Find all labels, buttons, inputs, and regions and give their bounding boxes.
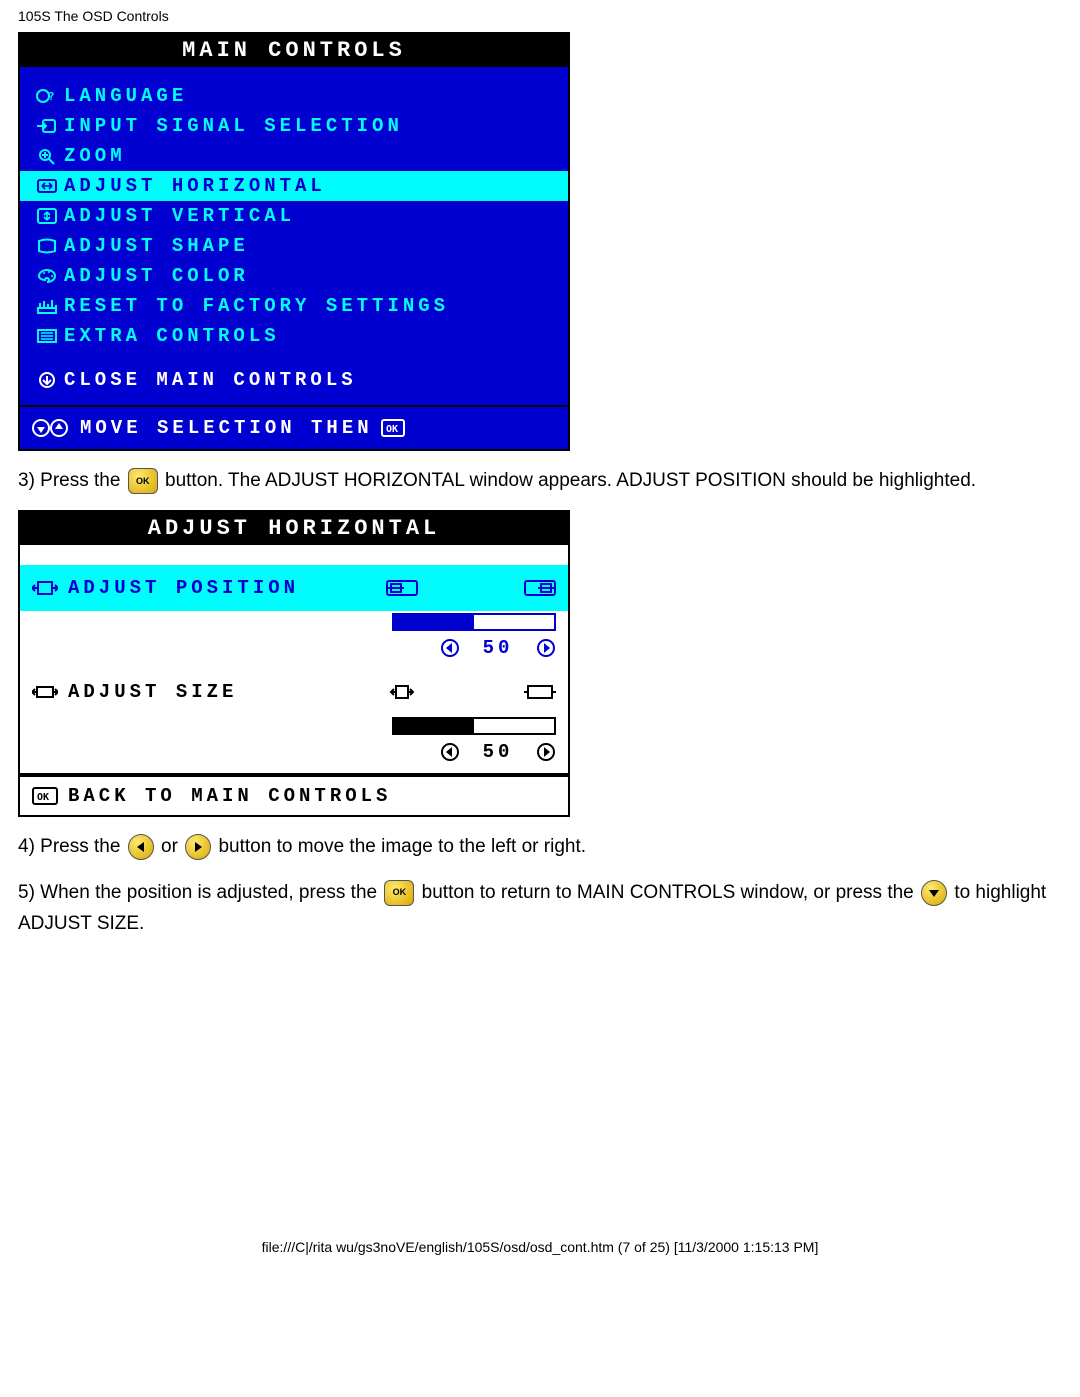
menu-item-language[interactable]: ? LANGUAGE — [20, 81, 568, 111]
svg-text:?: ? — [48, 90, 58, 103]
menu-label: RESET TO FACTORY SETTINGS — [64, 295, 449, 317]
svg-text:OK: OK — [37, 792, 49, 803]
language-icon: ? — [30, 87, 64, 105]
ok-icon: OK — [381, 419, 405, 437]
step-3-text: 3) Press the OK button. The ADJUST HORIZ… — [18, 465, 1062, 496]
size-value: 50 — [478, 741, 518, 763]
position-value-row: 50 — [20, 635, 568, 669]
adjust-color-icon — [30, 267, 64, 285]
row-adjust-size[interactable]: ADJUST SIZE — [20, 669, 568, 715]
extra-icon — [30, 327, 64, 345]
adjust-position-icon — [32, 578, 58, 598]
shift-left-icon — [386, 579, 418, 597]
menu-item-reset[interactable]: RESET TO FACTORY SETTINGS — [20, 291, 568, 321]
left-arrow-icon[interactable] — [440, 638, 460, 658]
menu-label: ADJUST SHAPE — [64, 235, 249, 257]
ok-button-icon: OK — [384, 880, 414, 906]
right-button-icon — [185, 834, 211, 860]
menu-label: ZOOM — [64, 145, 126, 167]
ok-button-icon: OK — [128, 468, 158, 494]
menu-item-adjust-shape[interactable]: ADJUST SHAPE — [20, 231, 568, 261]
size-wide-icon — [524, 683, 556, 701]
ok-icon: OK — [32, 787, 58, 805]
left-button-icon — [128, 834, 154, 860]
menu-label: ADJUST HORIZONTAL — [64, 175, 326, 197]
size-value-row: 50 — [20, 739, 568, 773]
close-label: CLOSE MAIN CONTROLS — [64, 369, 357, 391]
step-5-text: 5) When the position is adjusted, press … — [18, 877, 1062, 940]
adjust-v-icon — [30, 207, 64, 225]
size-slider[interactable] — [392, 717, 556, 735]
left-arrow-icon[interactable] — [440, 742, 460, 762]
position-slider[interactable] — [392, 613, 556, 631]
size-narrow-icon — [386, 683, 418, 701]
menu-label: INPUT SIGNAL SELECTION — [64, 115, 403, 137]
right-arrow-icon[interactable] — [536, 742, 556, 762]
zoom-icon — [30, 147, 64, 165]
footer-hint-text: MOVE SELECTION THEN — [80, 417, 373, 439]
menu-item-extra[interactable]: EXTRA CONTROLS — [20, 321, 568, 351]
right-arrow-icon[interactable] — [536, 638, 556, 658]
svg-text:OK: OK — [386, 424, 398, 435]
menu-item-close[interactable]: CLOSE MAIN CONTROLS — [20, 365, 568, 395]
reset-icon — [30, 297, 64, 315]
adjust-h-icon — [30, 177, 64, 195]
main-controls-osd: MAIN CONTROLS ? LANGUAGE INPUT SIGNAL SE… — [18, 32, 570, 451]
adjust-horizontal-title: ADJUST HORIZONTAL — [20, 512, 568, 545]
adjust-position-label: ADJUST POSITION — [68, 577, 299, 599]
adjust-horizontal-osd: ADJUST HORIZONTAL ADJUST POSITION 50 — [18, 510, 570, 817]
main-controls-footer: MOVE SELECTION THEN OK — [20, 417, 568, 449]
close-down-icon — [30, 371, 64, 389]
menu-item-zoom[interactable]: ZOOM — [20, 141, 568, 171]
menu-label: EXTRA CONTROLS — [64, 325, 280, 347]
adjust-shape-icon — [30, 237, 64, 255]
menu-item-adjust-vertical[interactable]: ADJUST VERTICAL — [20, 201, 568, 231]
page-header: 105S The OSD Controls — [18, 0, 1062, 32]
back-label: BACK TO MAIN CONTROLS — [68, 785, 391, 807]
back-to-main[interactable]: OK BACK TO MAIN CONTROLS — [20, 773, 568, 815]
main-controls-title: MAIN CONTROLS — [20, 34, 568, 67]
adjust-size-label: ADJUST SIZE — [68, 681, 237, 703]
up-down-icon — [30, 417, 80, 439]
step-4-text: 4) Press the or button to move the image… — [18, 831, 1062, 862]
shift-right-icon — [524, 579, 556, 597]
menu-item-adjust-horizontal[interactable]: ADJUST HORIZONTAL — [20, 171, 568, 201]
menu-label: ADJUST VERTICAL — [64, 205, 295, 227]
down-button-icon — [921, 880, 947, 906]
position-value: 50 — [478, 637, 518, 659]
menu-item-adjust-color[interactable]: ADJUST COLOR — [20, 261, 568, 291]
input-icon — [30, 117, 64, 135]
row-adjust-position[interactable]: ADJUST POSITION — [20, 565, 568, 611]
page-footer: file:///C|/rita wu/gs3noVE/english/105S/… — [18, 1239, 1062, 1265]
menu-label: ADJUST COLOR — [64, 265, 249, 287]
menu-label: LANGUAGE — [64, 85, 187, 107]
menu-item-input[interactable]: INPUT SIGNAL SELECTION — [20, 111, 568, 141]
adjust-size-icon — [32, 682, 58, 702]
